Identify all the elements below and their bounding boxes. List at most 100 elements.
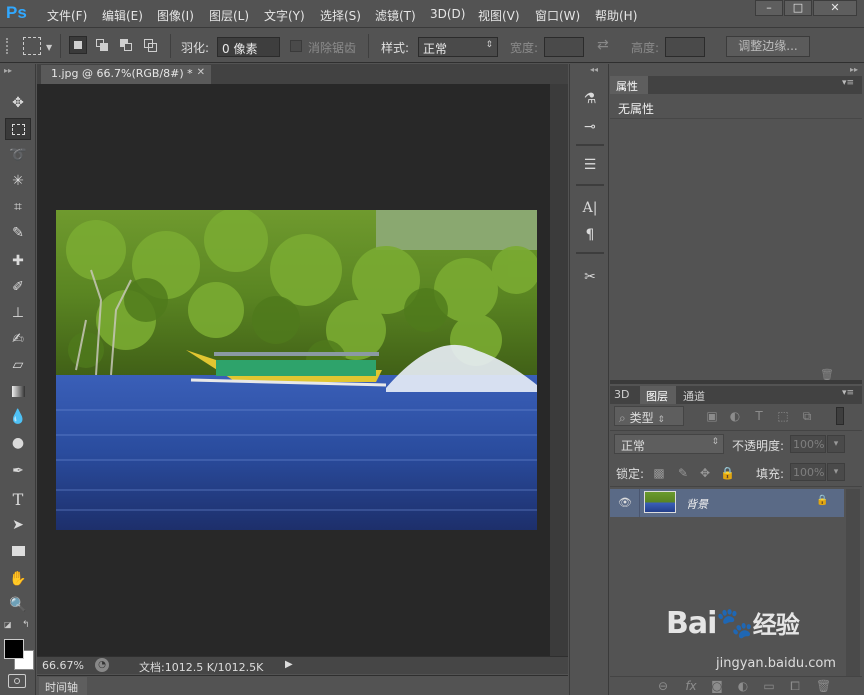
quick-mask-icon[interactable] [8,674,26,688]
menu-filter[interactable]: 滤镜(T) [375,7,416,24]
brush-presets-icon[interactable]: ⊸ [578,116,602,138]
intersect-selection-icon[interactable] [141,36,159,54]
lock-transparent-icon[interactable]: ▩ [652,466,666,480]
shape-filter-icon[interactable]: ⬚ [776,409,790,423]
healing-brush-tool-icon[interactable]: ✚ [5,250,31,272]
vertical-scrollbar[interactable] [550,84,568,656]
history-panel-icon[interactable]: ⚗ [578,88,602,110]
magic-wand-tool-icon[interactable]: ✳ [5,170,31,192]
play-icon[interactable]: ▶ [285,659,293,670]
dodge-tool-icon[interactable]: ● [5,432,31,454]
subtract-from-selection-icon[interactable] [117,36,135,54]
antialias-checkbox[interactable] [290,40,302,52]
type-filter-icon[interactable]: T [752,409,766,423]
collapse-icon[interactable]: ▸▸ [4,66,12,75]
zoom-tool-icon[interactable]: 🔍 [5,594,31,616]
panel-menu-icon[interactable]: ▾≡ [842,78,854,88]
swap-colors-icon[interactable]: ↰ [22,620,30,630]
chevron-down-icon[interactable]: ▾ [827,463,845,481]
collapse-icon[interactable]: ▸▸ [850,65,858,74]
tab-channels[interactable]: 通道 [683,388,705,404]
feather-input[interactable]: 0 像素 [217,37,280,57]
hand-tool-icon[interactable]: ✋ [5,568,31,590]
tool-presets-icon[interactable]: ✂ [578,266,602,288]
collapse-icon[interactable]: ◂◂ [590,65,598,74]
maximize-button[interactable]: □ [784,0,812,16]
delete-layer-icon[interactable]: 🗑 [816,679,831,693]
refine-edge-button[interactable]: 调整边缘... [726,36,810,57]
fx-icon[interactable]: fx [684,679,698,693]
fill-input[interactable]: 100% [790,463,826,481]
path-selection-tool-icon[interactable]: ➤ [5,514,31,536]
filter-toggle[interactable] [836,407,844,425]
canvas-area[interactable] [37,84,550,656]
pixel-filter-icon[interactable]: ▣ [705,409,719,423]
info-icon[interactable]: ◔ [95,658,109,672]
menu-select[interactable]: 选择(S) [320,7,361,24]
gradient-tool-icon[interactable] [5,380,31,402]
lock-image-icon[interactable]: ✎ [676,466,690,480]
paragraph-panel-icon[interactable]: ¶ [578,224,602,246]
history-brush-tool-icon[interactable]: ✍ [5,328,31,350]
layer-name[interactable]: 背景 [686,496,708,512]
crop-tool-icon[interactable]: ⌗ [5,196,31,218]
style-select[interactable]: 正常 ⇕ [418,37,498,57]
lock-position-icon[interactable]: ✥ [698,466,712,480]
foreground-color-swatch[interactable] [4,639,24,659]
type-tool-icon[interactable]: T [5,488,31,510]
minimize-button[interactable]: – [755,0,783,16]
lasso-tool-icon[interactable]: ➰ [5,144,31,166]
menu-help[interactable]: 帮助(H) [595,7,637,24]
rect-marquee-preset-icon[interactable] [23,37,41,55]
eyedropper-tool-icon[interactable]: ✎ [5,222,31,244]
close-button[interactable]: ✕ [813,0,857,16]
layer-comps-icon[interactable]: ☰ [578,154,602,176]
tab-3d[interactable]: 3D [614,388,629,401]
document-tab[interactable]: 1.jpg @ 66.7%(RGB/8#) * ✕ [41,65,211,84]
add-to-selection-icon[interactable] [93,36,111,54]
tab-layers[interactable]: 图层 [640,386,676,404]
zoom-level[interactable]: 66.67% [42,659,84,672]
adjustment-filter-icon[interactable]: ◐ [728,409,742,423]
close-icon[interactable]: ✕ [197,67,205,78]
new-layer-icon[interactable]: ⧠ [788,679,802,693]
menu-window[interactable]: 窗口(W) [535,7,580,24]
menu-3d[interactable]: 3D(D) [430,7,465,21]
pen-tool-icon[interactable]: ✒ [5,460,31,482]
eraser-tool-icon[interactable]: ▱ [5,354,31,376]
link-layers-icon[interactable]: ⊖ [656,679,670,693]
opacity-input[interactable]: 100% [790,435,826,453]
menu-file[interactable]: 文件(F) [47,7,87,24]
width-input[interactable] [544,37,584,57]
chevron-down-icon[interactable]: ▼ [46,43,52,52]
layer-row[interactable]: 👁 背景 🔒 [610,489,844,517]
adjustment-layer-icon[interactable]: ◐ [736,679,750,693]
swap-icon[interactable]: ⇄ [597,37,609,53]
menu-layer[interactable]: 图层(L) [209,7,249,24]
blur-tool-icon[interactable]: 💧 [5,406,31,428]
timeline-tab[interactable]: 时间轴 [39,677,87,695]
lock-all-icon[interactable]: 🔒 [720,466,735,480]
default-colors-icon[interactable]: ◪ [4,620,12,629]
panel-menu-icon[interactable]: ▾≡ [842,388,854,398]
character-panel-icon[interactable]: A| [578,197,602,219]
rectangle-shape-tool-icon[interactable] [5,540,31,562]
tab-properties[interactable]: 属性 [610,76,648,94]
smart-object-filter-icon[interactable]: ⧉ [800,409,814,423]
menu-view[interactable]: 视图(V) [478,7,520,24]
height-input[interactable] [665,37,705,57]
blend-mode-select[interactable]: 正常 ⇕ [614,434,724,454]
menu-image[interactable]: 图像(I) [157,7,194,24]
clone-stamp-tool-icon[interactable]: ⊥ [5,302,31,324]
menu-type[interactable]: 文字(Y) [264,7,305,24]
add-mask-icon[interactable]: ◙ [710,679,724,693]
layers-scrollbar[interactable] [846,489,860,689]
move-tool-icon[interactable]: ✥ [5,92,31,114]
menu-edit[interactable]: 编辑(E) [102,7,143,24]
rect-marquee-tool-icon[interactable] [5,118,31,140]
new-selection-icon[interactable] [69,36,87,54]
brush-tool-icon[interactable]: ✐ [5,276,31,298]
new-group-icon[interactable]: ▭ [762,679,776,693]
layer-filter-select[interactable]: ⌕ 类型 ⇕ [614,406,684,426]
chevron-down-icon[interactable]: ▾ [827,435,845,453]
